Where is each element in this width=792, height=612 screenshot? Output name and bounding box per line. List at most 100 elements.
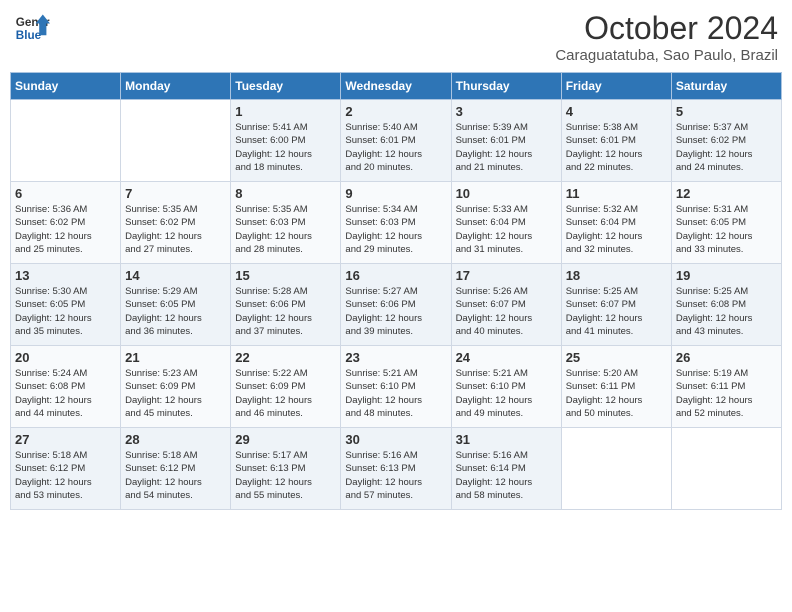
cell-content: Sunrise: 5:24 AM Sunset: 6:08 PM Dayligh… <box>15 367 116 420</box>
day-number: 7 <box>125 186 226 201</box>
calendar-cell: 13Sunrise: 5:30 AM Sunset: 6:05 PM Dayli… <box>11 264 121 346</box>
day-number: 28 <box>125 432 226 447</box>
cell-content: Sunrise: 5:21 AM Sunset: 6:10 PM Dayligh… <box>345 367 446 420</box>
day-number: 6 <box>15 186 116 201</box>
calendar-cell: 2 Sunrise: 5:40 AM Sunset: 6:01 PM Daylig… <box>341 100 451 182</box>
calendar-week-3: 13Sunrise: 5:30 AM Sunset: 6:05 PM Dayli… <box>11 264 782 346</box>
cell-content: Sunrise: 5:28 AM Sunset: 6:06 PM Dayligh… <box>235 285 336 338</box>
cell-content: Sunrise: 5:23 AM Sunset: 6:09 PM Dayligh… <box>125 367 226 420</box>
day-number: 10 <box>456 186 557 201</box>
day-number: 25 <box>566 350 667 365</box>
calendar-week-2: 6Sunrise: 5:36 AM Sunset: 6:02 PM Daylig… <box>11 182 782 264</box>
calendar-cell: 28 Sunrise: 5:18 AM Sunset: 6:12 PM Dayli… <box>121 428 231 510</box>
cell-content: Sunrise: 5:25 AM Sunset: 6:08 PM Dayligh… <box>676 285 777 338</box>
day-number: 26 <box>676 350 777 365</box>
calendar-header-row: SundayMondayTuesdayWednesdayThursdayFrid… <box>11 73 782 100</box>
day-number: 18 <box>566 268 667 283</box>
calendar-cell: 29 Sunrise: 5:17 AM Sunset: 6:13 PM Dayli… <box>231 428 341 510</box>
day-number: 27 <box>15 432 116 447</box>
cell-content: Sunrise: 5:30 AM Sunset: 6:05 PM Dayligh… <box>15 285 116 338</box>
location-subtitle: Caraguatatuba, Sao Paulo, Brazil <box>555 47 778 64</box>
cell-content: Sunrise: 5:38 AM Sunset: 6:01 PM Dayligh… <box>566 121 667 174</box>
day-number: 14 <box>125 268 226 283</box>
calendar-cell: 31 Sunrise: 5:16 AM Sunset: 6:14 PM Dayli… <box>451 428 561 510</box>
cell-content: Sunrise: 5:18 AM Sunset: 6:12 PM Dayligh… <box>15 449 116 502</box>
day-number: 24 <box>456 350 557 365</box>
calendar-cell: 30Sunrise: 5:16 AM Sunset: 6:13 PM Dayli… <box>341 428 451 510</box>
calendar-cell <box>671 428 781 510</box>
cell-content: Sunrise: 5:19 AM Sunset: 6:11 PM Dayligh… <box>676 367 777 420</box>
calendar-cell: 11Sunrise: 5:32 AM Sunset: 6:04 PM Dayli… <box>561 182 671 264</box>
calendar-cell: 3 Sunrise: 5:39 AM Sunset: 6:01 PM Daylig… <box>451 100 561 182</box>
calendar-cell: 20 Sunrise: 5:24 AM Sunset: 6:08 PM Dayli… <box>11 346 121 428</box>
day-number: 20 <box>15 350 116 365</box>
cell-content: Sunrise: 5:33 AM Sunset: 6:04 PM Dayligh… <box>456 203 557 256</box>
calendar-cell: 12 Sunrise: 5:31 AM Sunset: 6:05 PM Dayli… <box>671 182 781 264</box>
cell-content: Sunrise: 5:39 AM Sunset: 6:01 PM Dayligh… <box>456 121 557 174</box>
day-number: 22 <box>235 350 336 365</box>
day-number: 17 <box>456 268 557 283</box>
calendar-cell: 24 Sunrise: 5:21 AM Sunset: 6:10 PM Dayli… <box>451 346 561 428</box>
calendar-cell: 16Sunrise: 5:27 AM Sunset: 6:06 PM Dayli… <box>341 264 451 346</box>
day-number: 9 <box>345 186 446 201</box>
calendar-cell: 21 Sunrise: 5:23 AM Sunset: 6:09 PM Dayli… <box>121 346 231 428</box>
logo-icon: General Blue <box>14 10 50 46</box>
calendar-cell <box>121 100 231 182</box>
day-number: 3 <box>456 104 557 119</box>
svg-text:Blue: Blue <box>16 29 42 42</box>
calendar-week-5: 27 Sunrise: 5:18 AM Sunset: 6:12 PM Dayli… <box>11 428 782 510</box>
day-header-wednesday: Wednesday <box>341 73 451 100</box>
day-number: 5 <box>676 104 777 119</box>
cell-content: Sunrise: 5:18 AM Sunset: 6:12 PM Dayligh… <box>125 449 226 502</box>
title-block: October 2024 Caraguatatuba, Sao Paulo, B… <box>555 10 778 64</box>
calendar-cell: 25 Sunrise: 5:20 AM Sunset: 6:11 PM Dayli… <box>561 346 671 428</box>
calendar-table: SundayMondayTuesdayWednesdayThursdayFrid… <box>10 72 782 510</box>
day-number: 12 <box>676 186 777 201</box>
cell-content: Sunrise: 5:29 AM Sunset: 6:05 PM Dayligh… <box>125 285 226 338</box>
day-number: 31 <box>456 432 557 447</box>
cell-content: Sunrise: 5:34 AM Sunset: 6:03 PM Dayligh… <box>345 203 446 256</box>
cell-content: Sunrise: 5:41 AM Sunset: 6:00 PM Dayligh… <box>235 121 336 174</box>
day-number: 23 <box>345 350 446 365</box>
cell-content: Sunrise: 5:20 AM Sunset: 6:11 PM Dayligh… <box>566 367 667 420</box>
day-number: 2 <box>345 104 446 119</box>
day-header-monday: Monday <box>121 73 231 100</box>
cell-content: Sunrise: 5:40 AM Sunset: 6:01 PM Dayligh… <box>345 121 446 174</box>
month-title: October 2024 <box>555 10 778 47</box>
day-number: 29 <box>235 432 336 447</box>
calendar-cell: 23 Sunrise: 5:21 AM Sunset: 6:10 PM Dayli… <box>341 346 451 428</box>
day-number: 21 <box>125 350 226 365</box>
calendar-cell: 5 Sunrise: 5:37 AM Sunset: 6:02 PM Daylig… <box>671 100 781 182</box>
day-header-friday: Friday <box>561 73 671 100</box>
calendar-cell: 4Sunrise: 5:38 AM Sunset: 6:01 PM Daylig… <box>561 100 671 182</box>
logo: General Blue <box>14 10 50 46</box>
page-header: General Blue October 2024 Caraguatatuba,… <box>10 10 782 64</box>
calendar-cell: 9 Sunrise: 5:34 AM Sunset: 6:03 PM Daylig… <box>341 182 451 264</box>
cell-content: Sunrise: 5:25 AM Sunset: 6:07 PM Dayligh… <box>566 285 667 338</box>
cell-content: Sunrise: 5:31 AM Sunset: 6:05 PM Dayligh… <box>676 203 777 256</box>
cell-content: Sunrise: 5:16 AM Sunset: 6:14 PM Dayligh… <box>456 449 557 502</box>
calendar-cell: 17 Sunrise: 5:26 AM Sunset: 6:07 PM Dayli… <box>451 264 561 346</box>
day-number: 15 <box>235 268 336 283</box>
day-header-saturday: Saturday <box>671 73 781 100</box>
day-header-sunday: Sunday <box>11 73 121 100</box>
cell-content: Sunrise: 5:26 AM Sunset: 6:07 PM Dayligh… <box>456 285 557 338</box>
calendar-cell: 26 Sunrise: 5:19 AM Sunset: 6:11 PM Dayli… <box>671 346 781 428</box>
cell-content: Sunrise: 5:17 AM Sunset: 6:13 PM Dayligh… <box>235 449 336 502</box>
calendar-cell: 7Sunrise: 5:35 AM Sunset: 6:02 PM Daylig… <box>121 182 231 264</box>
cell-content: Sunrise: 5:21 AM Sunset: 6:10 PM Dayligh… <box>456 367 557 420</box>
cell-content: Sunrise: 5:37 AM Sunset: 6:02 PM Dayligh… <box>676 121 777 174</box>
calendar-body: 1Sunrise: 5:41 AM Sunset: 6:00 PM Daylig… <box>11 100 782 510</box>
calendar-cell: 15 Sunrise: 5:28 AM Sunset: 6:06 PM Dayli… <box>231 264 341 346</box>
calendar-cell: 10 Sunrise: 5:33 AM Sunset: 6:04 PM Dayli… <box>451 182 561 264</box>
cell-content: Sunrise: 5:27 AM Sunset: 6:06 PM Dayligh… <box>345 285 446 338</box>
cell-content: Sunrise: 5:16 AM Sunset: 6:13 PM Dayligh… <box>345 449 446 502</box>
calendar-cell: 22Sunrise: 5:22 AM Sunset: 6:09 PM Dayli… <box>231 346 341 428</box>
calendar-cell: 1Sunrise: 5:41 AM Sunset: 6:00 PM Daylig… <box>231 100 341 182</box>
cell-content: Sunrise: 5:32 AM Sunset: 6:04 PM Dayligh… <box>566 203 667 256</box>
calendar-cell: 19Sunrise: 5:25 AM Sunset: 6:08 PM Dayli… <box>671 264 781 346</box>
day-number: 8 <box>235 186 336 201</box>
calendar-week-1: 1Sunrise: 5:41 AM Sunset: 6:00 PM Daylig… <box>11 100 782 182</box>
calendar-cell <box>11 100 121 182</box>
calendar-cell: 14 Sunrise: 5:29 AM Sunset: 6:05 PM Dayli… <box>121 264 231 346</box>
